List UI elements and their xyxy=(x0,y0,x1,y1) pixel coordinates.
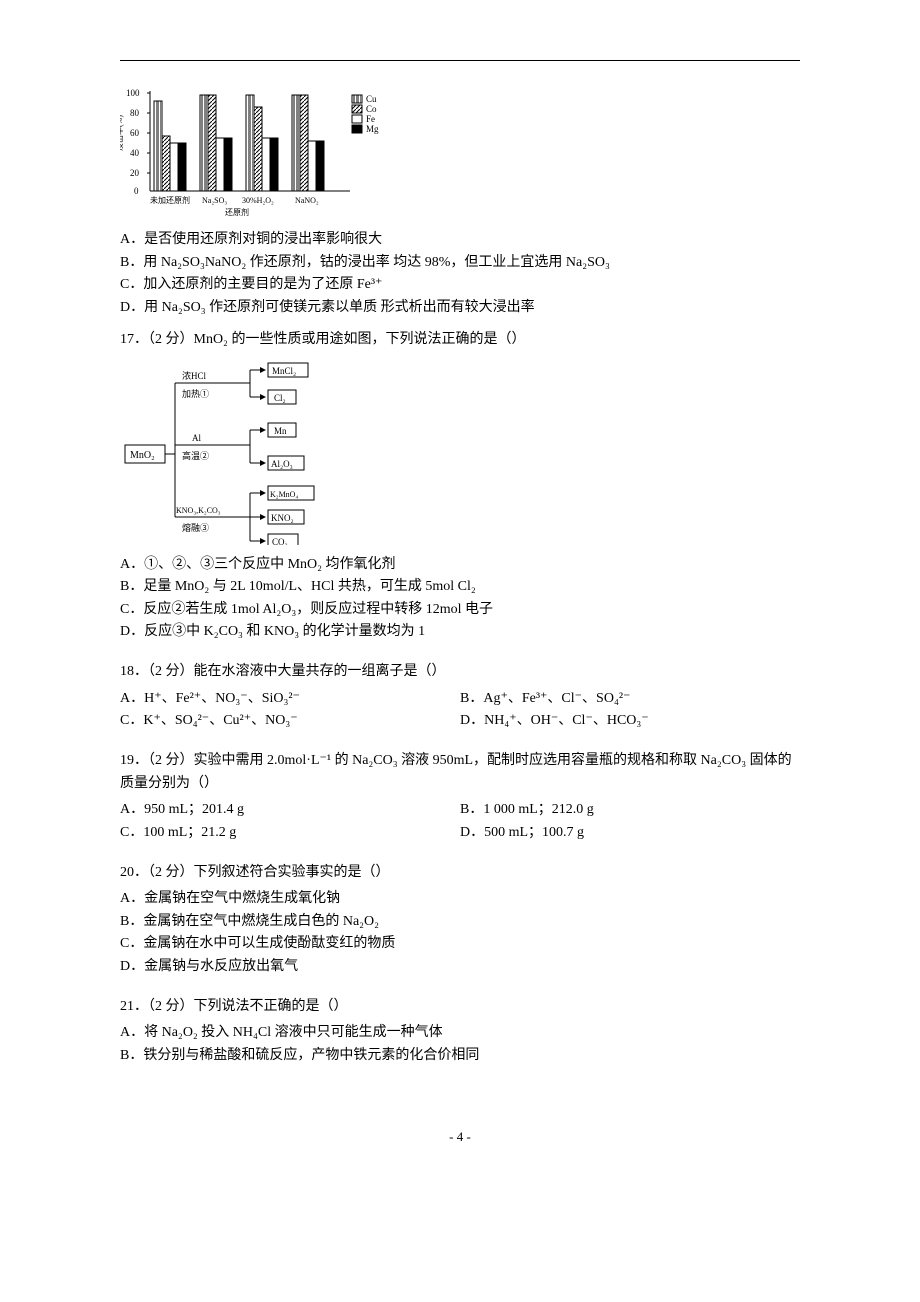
page-content: 100 80 60 40 20 0 浸出率(%) xyxy=(0,0,920,1188)
svg-text:浸出率(%): 浸出率(%) xyxy=(120,115,124,151)
q17-stem: 17．（2 分）MnO₂ 的一些性质或用途如图，下列说法正确的是（） xyxy=(120,329,800,351)
q16-option-d: D．用 Na₂SO₃ 作还原剂可使镁元素以单质 形式析出而有较大浸出率 xyxy=(120,297,800,319)
flow-chart-figure: MnO₂ 浓HCl 加热① MnCl₂ Cl₂ Al 高温② Mn xyxy=(120,355,370,545)
q21-stem: 21．（2 分）下列说法不正确的是（） xyxy=(120,996,800,1018)
svg-text:40: 40 xyxy=(130,148,140,158)
q19-option-c: C．100 mL；21.2 g xyxy=(120,822,460,844)
q20-option-d: D．金属钠与水反应放出氧气 xyxy=(120,956,800,978)
q17-option-c: C．反应②若生成 1mol Al₂O₃，则反应过程中转移 12mol 电子 xyxy=(120,599,800,621)
q19-option-d: D．500 mL；100.7 g xyxy=(460,822,800,844)
page-number: - 4 - xyxy=(120,1127,800,1148)
q16-option-a: A．是否使用还原剂对铜的浸出率影响很大 xyxy=(120,229,800,251)
q21: 21．（2 分）下列说法不正确的是（） A．将 Na₂O₂ 投入 NH₄Cl 溶… xyxy=(120,996,800,1067)
q20-option-a: A．金属钠在空气中燃烧生成氧化钠 xyxy=(120,888,800,910)
svg-text:MnCl₂: MnCl₂ xyxy=(272,366,296,376)
svg-text:NaNO₂: NaNO₂ xyxy=(295,196,319,205)
q18-option-d: D．NH₄⁺、OH⁻、Cl⁻、HCO₃⁻ xyxy=(460,710,800,732)
svg-text:Cu: Cu xyxy=(366,94,377,104)
svg-text:Mg: Mg xyxy=(366,124,379,134)
q19-option-a: A．950 mL；201.4 g xyxy=(120,799,460,821)
svg-text:Fe: Fe xyxy=(366,114,375,124)
q18-option-b: B．Ag⁺、Fe³⁺、Cl⁻、SO₄²⁻ xyxy=(460,688,800,710)
svg-text:80: 80 xyxy=(130,108,140,118)
svg-text:KNO₂: KNO₂ xyxy=(271,513,294,523)
svg-text:20: 20 xyxy=(130,168,140,178)
bar-chart-figure: 100 80 60 40 20 0 浸出率(%) xyxy=(120,81,400,221)
svg-text:还原剂: 还原剂 xyxy=(225,207,249,217)
q21-option-b: B．铁分别与稀盐酸和硫反应，产物中铁元素的化合价相同 xyxy=(120,1045,800,1067)
q20-option-b: B．金属钠在空气中燃烧生成白色的 Na₂O₂ xyxy=(120,911,800,933)
svg-text:MnO₂: MnO₂ xyxy=(130,450,155,461)
q21-option-a: A．将 Na₂O₂ 投入 NH₄Cl 溶液中只可能生成一种气体 xyxy=(120,1022,800,1044)
svg-text:KNO₃,K₂CO₃: KNO₃,K₂CO₃ xyxy=(176,506,221,515)
q18: 18．（2 分）能在水溶液中大量共存的一组离子是（） A．H⁺、Fe²⁺、NO₃… xyxy=(120,661,800,732)
q20-option-c: C．金属钠在水中可以生成使酚酞变红的物质 xyxy=(120,933,800,955)
q19: 19．（2 分）实验中需用 2.0mol·L⁻¹ 的 Na₂CO₃ 溶液 950… xyxy=(120,750,800,844)
svg-text:0: 0 xyxy=(134,186,139,196)
svg-text:Al: Al xyxy=(192,433,201,443)
q18-option-c: C．K⁺、SO₄²⁻、Cu²⁺、NO₃⁻ xyxy=(120,710,460,732)
q20-stem: 20．（2 分）下列叙述符合实验事实的是（） xyxy=(120,862,800,884)
svg-text:100: 100 xyxy=(126,88,140,98)
svg-text:Al₂O₃: Al₂O₃ xyxy=(271,459,293,469)
xlabel-1: 未加还原剂 xyxy=(150,195,190,205)
svg-text:Na₂SO₃: Na₂SO₃ xyxy=(202,196,227,205)
q17-option-b: B．足量 MnO₂ 与 2L 10mol/L、HCl 共热，可生成 5mol C… xyxy=(120,576,800,598)
svg-text:Mn: Mn xyxy=(274,426,287,436)
q17-option-a: A．①、②、③三个反应中 MnO₂ 均作氧化剂 xyxy=(120,554,800,576)
svg-text:Cl₂: Cl₂ xyxy=(274,393,286,403)
svg-text:浓HCl: 浓HCl xyxy=(182,371,207,381)
q20: 20．（2 分）下列叙述符合实验事实的是（） A．金属钠在空气中燃烧生成氧化钠 … xyxy=(120,862,800,978)
q18-stem: 18．（2 分）能在水溶液中大量共存的一组离子是（） xyxy=(120,661,800,683)
svg-text:CO₂: CO₂ xyxy=(272,537,288,545)
svg-text:30%H₂O₂: 30%H₂O₂ xyxy=(242,196,274,205)
svg-text:K₂MnO₄: K₂MnO₄ xyxy=(270,490,298,499)
q17-option-d: D．反应③中 K₂CO₃ 和 KNO₃ 的化学计量数均为 1 xyxy=(120,621,800,643)
q19-stem: 19．（2 分）实验中需用 2.0mol·L⁻¹ 的 Na₂CO₃ 溶液 950… xyxy=(120,750,800,795)
svg-text:高温②: 高温② xyxy=(182,450,209,461)
bar-chart-svg: 100 80 60 40 20 0 浸出率(%) xyxy=(120,81,400,221)
horizontal-rule xyxy=(120,60,800,61)
q17: 17．（2 分）MnO₂ 的一些性质或用途如图，下列说法正确的是（） MnO₂ … xyxy=(120,329,800,643)
svg-text:Co: Co xyxy=(366,104,377,114)
q19-option-b: B．1 000 mL；212.0 g xyxy=(460,799,800,821)
svg-text:加热①: 加热① xyxy=(182,388,209,399)
q16-option-c: C．加入还原剂的主要目的是为了还原 Fe³⁺ xyxy=(120,274,800,296)
svg-text:60: 60 xyxy=(130,128,140,138)
q16-option-b: B．用 Na₂SO₃NaNO₂ 作还原剂，钴的浸出率 均达 98%，但工业上宜选… xyxy=(120,252,800,274)
q18-option-a: A．H⁺、Fe²⁺、NO₃⁻、SiO₃²⁻ xyxy=(120,688,460,710)
svg-text:熔融③: 熔融③ xyxy=(182,522,209,533)
